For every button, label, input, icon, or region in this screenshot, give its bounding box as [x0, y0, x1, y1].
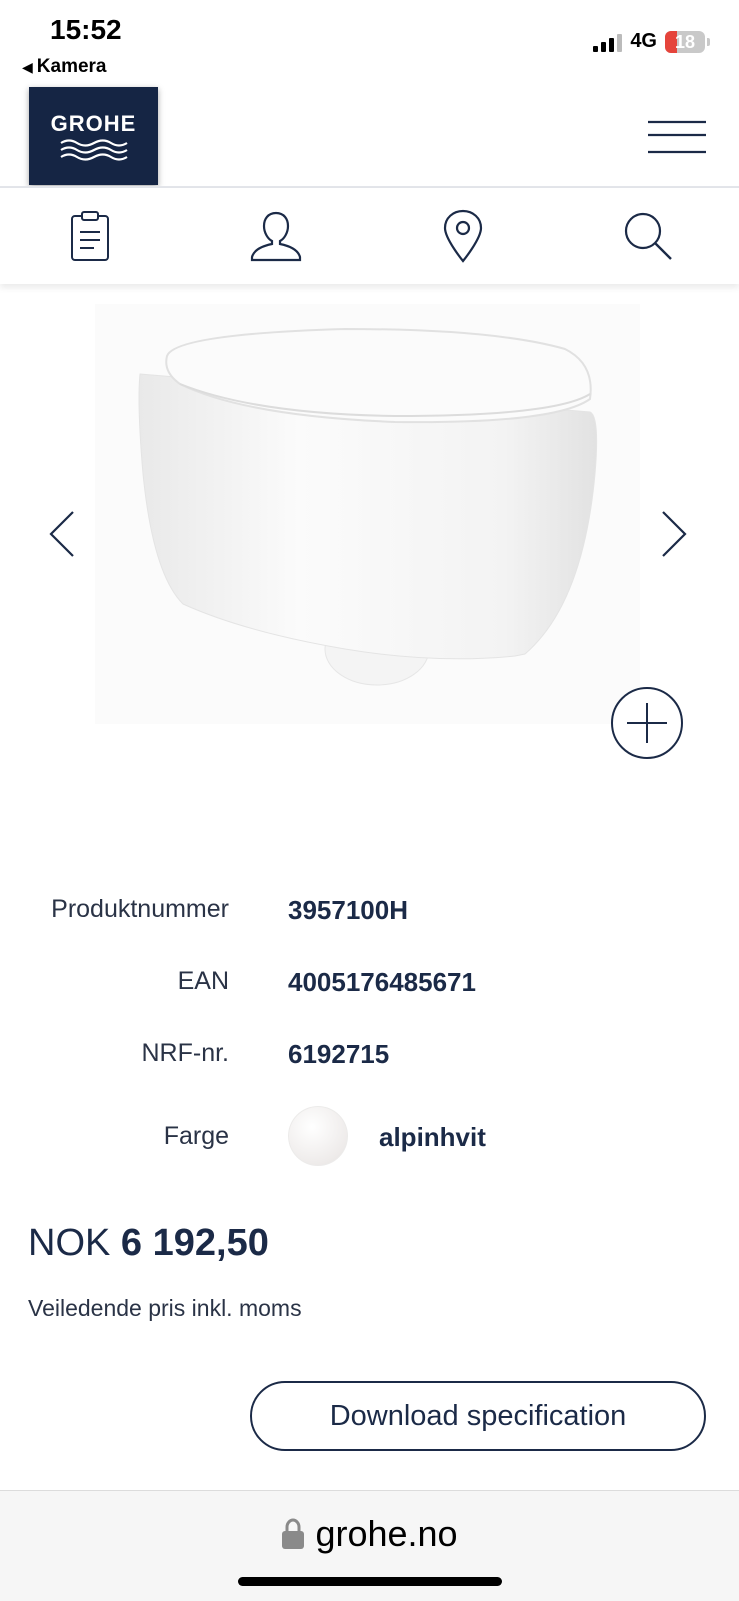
- signal-icon: [593, 32, 623, 52]
- plus-circle-icon: [611, 687, 683, 759]
- spec-label: EAN: [177, 967, 229, 995]
- user-icon: [250, 211, 302, 262]
- lock-icon: [282, 1518, 305, 1549]
- product-image: [95, 304, 640, 724]
- logo-waves-icon: [59, 139, 128, 161]
- spec-label: NRF-nr.: [141, 1039, 230, 1067]
- logo-text: GROHE: [50, 111, 137, 136]
- gallery-prev-button[interactable]: [42, 504, 82, 564]
- spec-value: 6192715: [288, 1039, 390, 1069]
- price-amount: 6 192,50: [120, 1222, 269, 1264]
- home-indicator[interactable]: [238, 1577, 502, 1586]
- account-button[interactable]: [246, 208, 306, 264]
- price-note: Veiledende pris inkl. moms: [28, 1295, 302, 1321]
- hamburger-menu-button[interactable]: [646, 118, 708, 158]
- spec-label: Farge: [163, 1122, 229, 1150]
- status-time: 15:52: [50, 14, 122, 45]
- url-field[interactable]: grohe.no: [0, 1513, 739, 1555]
- spec-row-nrf: NRF-nr. 6192715: [0, 1039, 739, 1079]
- wall-hung-toilet-illustration: [138, 327, 598, 686]
- battery-level: 18: [674, 31, 696, 52]
- price: NOK 6 192,50: [28, 1222, 269, 1265]
- back-to-app-link[interactable]: ◀ Kamera: [22, 56, 107, 78]
- zoom-button[interactable]: [610, 686, 684, 760]
- chevron-left-icon: [49, 511, 74, 557]
- back-app-label: Kamera: [36, 56, 107, 77]
- clipboard-icon: [71, 211, 109, 261]
- spec-row-product-number: Produktnummer 3957100H: [0, 895, 739, 935]
- price-currency: NOK: [28, 1222, 111, 1264]
- grohe-logo[interactable]: GROHE: [29, 87, 158, 185]
- browser-address-bar: grohe.no: [0, 1490, 739, 1601]
- search-button[interactable]: [618, 208, 678, 264]
- status-indicators: 4G 18: [593, 30, 710, 53]
- location-pin-icon: [443, 209, 483, 263]
- gallery-next-button[interactable]: [654, 504, 694, 564]
- product-gallery: [0, 284, 739, 804]
- color-swatch[interactable]: [288, 1106, 348, 1166]
- spec-value: 3957100H: [288, 895, 408, 925]
- network-type: 4G: [630, 30, 657, 52]
- spec-row-ean: EAN 4005176485671: [0, 967, 739, 1007]
- clipboard-button[interactable]: [60, 208, 120, 264]
- spec-value: 4005176485671: [288, 967, 476, 997]
- search-icon: [624, 212, 672, 260]
- hamburger-menu-icon: [648, 120, 706, 154]
- spec-label: Produktnummer: [51, 895, 229, 923]
- store-locator-button[interactable]: [433, 208, 493, 264]
- back-triangle-icon: ◀: [22, 59, 33, 75]
- icon-navigation: [0, 188, 739, 284]
- battery-icon: 18: [665, 30, 710, 53]
- download-specification-button[interactable]: Download specification: [250, 1381, 706, 1451]
- spec-row-color: Farge alpinhvit: [0, 1106, 739, 1166]
- spec-value: alpinhvit: [379, 1122, 486, 1152]
- url-text: grohe.no: [315, 1513, 458, 1554]
- chevron-right-icon: [662, 511, 687, 557]
